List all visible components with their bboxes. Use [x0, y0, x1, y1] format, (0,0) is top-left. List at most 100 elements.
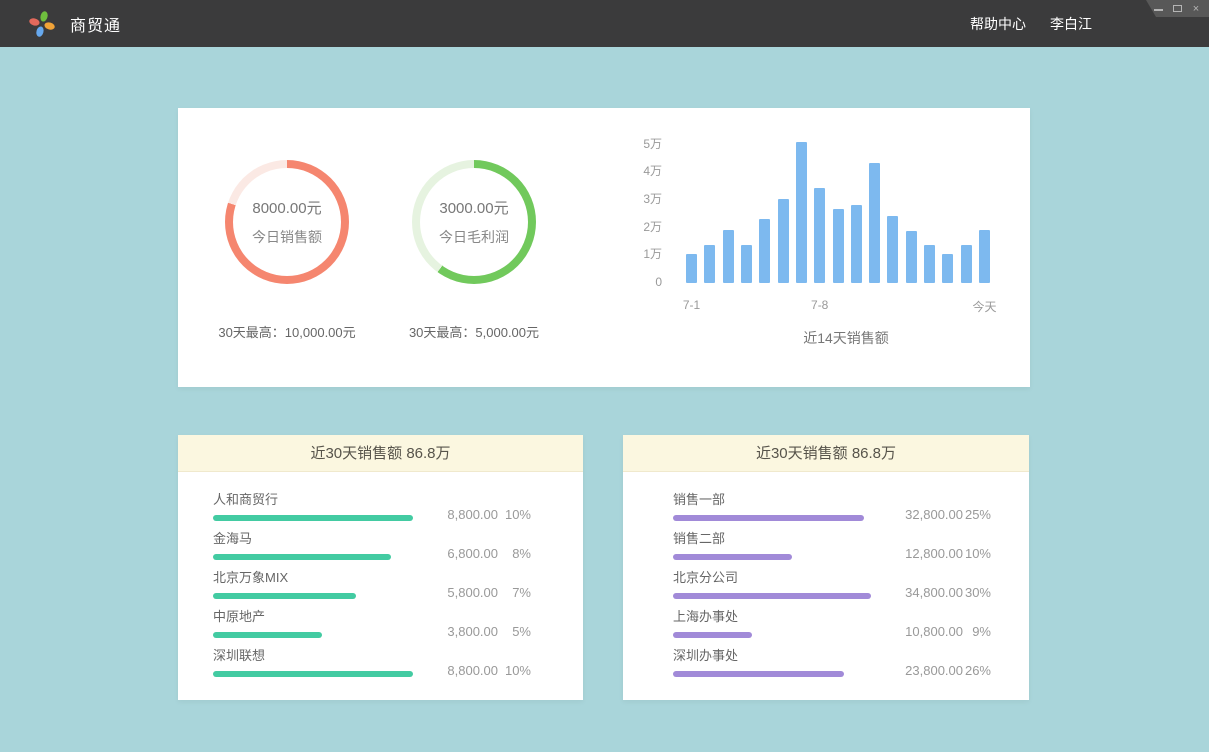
topbar: 商贸通 帮助中心 李白江 ×	[0, 0, 1209, 47]
list-item: 人和商贸行8,800.0010%	[213, 492, 531, 521]
item-value: 8,800.00	[413, 664, 498, 678]
item-percent: 26%	[963, 664, 991, 678]
item-name: 中原地产	[213, 609, 413, 625]
today-profit-donut: 3000.00元 今日毛利润	[412, 160, 536, 284]
bar	[887, 216, 898, 283]
today-sales-caption: 今日销售额	[252, 227, 322, 247]
list-item: 销售一部32,800.0025%	[673, 492, 991, 521]
bar	[796, 142, 807, 283]
list-item: 深圳办事处23,800.0026%	[673, 648, 991, 677]
bar	[942, 254, 953, 283]
app-title: 商贸通	[70, 12, 121, 36]
today-profit-value: 3000.00元	[439, 197, 508, 218]
today-sales-footnote: 30天最高：10,000.00元	[187, 322, 387, 341]
item-name: 销售一部	[673, 492, 873, 508]
bar	[686, 254, 697, 283]
y-tick-label: 4万	[598, 164, 662, 178]
rank-card-body-0: 人和商贸行8,800.0010%金海马6,800.008%北京万象MIX5,80…	[178, 472, 583, 677]
list-item: 北京分公司34,800.0030%	[673, 570, 991, 599]
bar	[924, 245, 935, 283]
today-sales-block: 8000.00元 今日销售额 30天最高：10,000.00元	[187, 160, 387, 341]
item-percent: 25%	[963, 508, 991, 522]
x-tick-label: 7-8	[811, 298, 828, 312]
item-percent: 5%	[498, 625, 531, 639]
list-item: 北京万象MIX5,800.007%	[213, 570, 531, 599]
sales-bar-chart-yaxis: 0 1万 2万 3万 4万 5万	[598, 108, 662, 308]
item-name: 人和商贸行	[213, 492, 413, 508]
item-percent: 7%	[498, 586, 531, 600]
x-tick-label: 今天	[972, 298, 996, 315]
today-sales-value: 8000.00元	[252, 197, 321, 218]
y-tick-label: 0	[598, 275, 662, 289]
item-name: 销售二部	[673, 531, 873, 547]
bar	[833, 209, 844, 283]
item-progress-bar	[213, 671, 413, 677]
item-name: 北京万象MIX	[213, 570, 413, 586]
sales-bar-chart-bars	[686, 143, 990, 283]
rank-card-body-1: 销售一部32,800.0025% 销售二部12,800.0010% 北京分公司34,…	[623, 472, 1029, 677]
maximize-icon[interactable]	[1172, 4, 1182, 14]
y-tick-label: 2万	[598, 220, 662, 234]
item-value: 10,800.00	[873, 625, 963, 639]
item-name: 上海办事处	[673, 609, 873, 625]
user-menu[interactable]: 李白江	[1050, 14, 1092, 34]
help-center-link[interactable]: 帮助中心	[970, 14, 1026, 34]
bar	[778, 199, 789, 283]
bar	[741, 245, 752, 283]
close-icon[interactable]: ×	[1191, 4, 1201, 14]
item-progress-bar	[673, 671, 844, 677]
list-item: 中原地产3,800.005%	[213, 609, 531, 638]
item-name: 深圳联想	[213, 648, 413, 664]
overview-card: 8000.00元 今日销售额 30天最高：10,000.00元 3000.00元…	[178, 108, 1030, 387]
item-progress-bar	[673, 554, 792, 560]
list-item: 上海办事处10,800.009%	[673, 609, 991, 638]
pinwheel-logo-icon	[28, 10, 56, 38]
item-percent: 30%	[963, 586, 991, 600]
bar	[869, 163, 880, 283]
department-ranking-title: 近30天销售额 86.8万	[623, 435, 1029, 472]
item-name: 深圳办事处	[673, 648, 873, 664]
bar	[814, 188, 825, 283]
item-progress-bar	[213, 632, 322, 638]
item-progress-bar	[213, 554, 391, 560]
y-tick-label: 5万	[598, 137, 662, 151]
sales-bar-chart-title: 近14天销售额	[694, 328, 998, 348]
customer-ranking-card: 近30天销售额 86.8万 人和商贸行8,800.0010%金海马6,800.0…	[178, 435, 583, 700]
item-percent: 10%	[498, 508, 531, 522]
item-progress-bar	[673, 593, 871, 599]
item-percent: 8%	[498, 547, 531, 561]
customer-ranking-title: 近30天销售额 86.8万	[178, 435, 583, 472]
bar	[759, 219, 770, 283]
today-profit-footnote: 30天最高：5,000.00元	[374, 322, 574, 341]
item-percent: 10%	[963, 547, 991, 561]
y-tick-label: 1万	[598, 247, 662, 261]
bar	[723, 230, 734, 283]
item-value: 32,800.00	[873, 508, 963, 522]
item-progress-bar	[213, 515, 413, 521]
bar	[851, 205, 862, 283]
item-value: 12,800.00	[873, 547, 963, 561]
item-progress-bar	[673, 515, 864, 521]
item-value: 34,800.00	[873, 586, 963, 600]
bar	[704, 245, 715, 283]
list-item: 深圳联想8,800.0010%	[213, 648, 531, 677]
x-tick-label: 7-1	[683, 298, 700, 312]
item-value: 6,800.00	[413, 547, 498, 561]
item-progress-bar	[213, 593, 356, 599]
window-controls: ×	[1146, 0, 1209, 17]
item-value: 8,800.00	[413, 508, 498, 522]
y-tick-label: 3万	[598, 192, 662, 206]
item-name: 金海马	[213, 531, 413, 547]
today-sales-donut: 8000.00元 今日销售额	[225, 160, 349, 284]
department-ranking-card: 近30天销售额 86.8万 销售一部32,800.0025% 销售二部12,800…	[623, 435, 1029, 700]
bar	[979, 230, 990, 283]
item-percent: 9%	[963, 625, 991, 639]
bar	[961, 245, 972, 283]
item-value: 23,800.00	[873, 664, 963, 678]
list-item: 销售二部12,800.0010%	[673, 531, 991, 560]
item-value: 3,800.00	[413, 625, 498, 639]
item-value: 5,800.00	[413, 586, 498, 600]
item-name: 北京分公司	[673, 570, 873, 586]
minimize-icon[interactable]	[1153, 4, 1163, 14]
brand: 商贸通	[28, 10, 121, 38]
